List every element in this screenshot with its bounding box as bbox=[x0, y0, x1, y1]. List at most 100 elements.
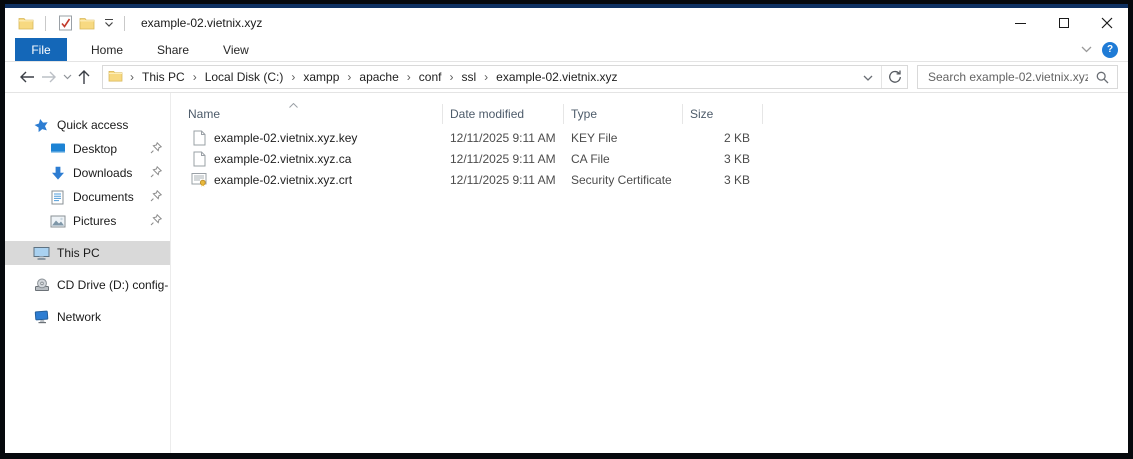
navigation-pane: Quick access Desktop Downloads Documents… bbox=[5, 93, 171, 453]
window-title: example-02.vietnix.xyz bbox=[141, 16, 263, 30]
properties-check-icon[interactable] bbox=[56, 14, 74, 32]
search-icon bbox=[1096, 71, 1109, 83]
sidebar-item-label: Network bbox=[57, 310, 102, 324]
breadcrumb-separator: › bbox=[347, 70, 352, 84]
chevron-down-icon bbox=[63, 74, 72, 80]
file-size: 2 KB bbox=[723, 130, 750, 145]
column-header-name[interactable]: Name bbox=[171, 104, 443, 124]
minimize-button[interactable] bbox=[999, 8, 1042, 38]
sidebar-item-desktop[interactable]: Desktop bbox=[5, 137, 170, 161]
tab-home[interactable]: Home bbox=[81, 38, 133, 61]
tab-file[interactable]: File bbox=[15, 38, 67, 61]
address-toolbar: › This PC › Local Disk (C:) › xampp › ap… bbox=[5, 62, 1128, 93]
explorer-folder-icon bbox=[17, 14, 35, 32]
breadcrumb-conf[interactable]: conf bbox=[416, 68, 445, 86]
back-arrow-icon bbox=[20, 71, 34, 83]
pin-icon[interactable] bbox=[150, 141, 163, 157]
sidebar-item-pictures[interactable]: Pictures bbox=[5, 209, 170, 233]
chevron-down-icon bbox=[863, 75, 873, 81]
desktop-icon bbox=[49, 142, 66, 156]
sort-ascending-icon bbox=[289, 97, 298, 111]
maximize-button[interactable] bbox=[1042, 8, 1085, 38]
certificate-icon bbox=[191, 172, 207, 187]
file-row-crt[interactable]: example-02.vietnix.xyz.crt 12/11/2025 9:… bbox=[171, 169, 1128, 190]
minimize-icon bbox=[1015, 22, 1026, 24]
close-button[interactable] bbox=[1085, 8, 1128, 38]
tab-share[interactable]: Share bbox=[147, 38, 199, 61]
desktop-frame: example-02.vietnix.xyz File Home Share V… bbox=[0, 0, 1133, 459]
window-controls bbox=[999, 8, 1128, 38]
breadcrumb-separator: › bbox=[406, 70, 411, 84]
file-list: Name Date modified Type Size example-02.… bbox=[171, 93, 1128, 453]
sidebar-item-quick-access[interactable]: Quick access bbox=[5, 113, 170, 137]
column-header-date-modified[interactable]: Date modified bbox=[443, 104, 564, 124]
downloads-icon bbox=[49, 166, 66, 181]
documents-icon bbox=[49, 190, 66, 205]
titlebar-separator bbox=[45, 15, 46, 31]
breadcrumb-xampp[interactable]: xampp bbox=[300, 68, 342, 86]
help-icon: ? bbox=[1106, 44, 1114, 55]
sidebar-item-label: This PC bbox=[57, 246, 100, 260]
pin-icon[interactable] bbox=[150, 189, 163, 205]
recent-locations-dropdown[interactable] bbox=[63, 74, 72, 80]
file-row-key[interactable]: example-02.vietnix.xyz.key 12/11/2025 9:… bbox=[171, 127, 1128, 148]
quick-access-toolbar bbox=[5, 14, 133, 32]
quick-access-star-icon bbox=[33, 118, 50, 133]
forward-arrow-icon bbox=[42, 71, 56, 83]
sidebar-item-documents[interactable]: Documents bbox=[5, 185, 170, 209]
sidebar-item-downloads[interactable]: Downloads bbox=[5, 161, 170, 185]
sidebar-item-label: Desktop bbox=[73, 142, 118, 156]
file-size: 3 KB bbox=[723, 172, 750, 187]
sidebar-item-network[interactable]: Network bbox=[5, 305, 170, 329]
file-row-ca[interactable]: example-02.vietnix.xyz.ca 12/11/2025 9:1… bbox=[171, 148, 1128, 169]
breadcrumb-current-folder[interactable]: example-02.vietnix.xyz bbox=[493, 68, 620, 86]
close-icon bbox=[1101, 17, 1112, 29]
tab-view[interactable]: View bbox=[213, 38, 259, 61]
back-button[interactable] bbox=[19, 71, 35, 83]
forward-button[interactable] bbox=[41, 71, 57, 83]
help-button[interactable]: ? bbox=[1102, 41, 1118, 58]
up-button[interactable] bbox=[78, 69, 90, 85]
sidebar-item-this-pc[interactable]: This PC bbox=[5, 241, 170, 265]
pin-icon[interactable] bbox=[150, 165, 163, 181]
column-headers: Name Date modified Type Size bbox=[171, 101, 1128, 127]
breadcrumb-separator: › bbox=[484, 70, 489, 84]
search-button[interactable] bbox=[1088, 71, 1117, 84]
refresh-icon bbox=[888, 70, 901, 83]
address-bar[interactable]: › This PC › Local Disk (C:) › xampp › ap… bbox=[102, 65, 908, 89]
expand-ribbon-chevron-icon[interactable] bbox=[1081, 46, 1092, 53]
file-name: example-02.vietnix.xyz.key bbox=[214, 130, 358, 145]
breadcrumb-separator: › bbox=[192, 70, 197, 84]
breadcrumb-separator: › bbox=[291, 70, 296, 84]
search-input[interactable] bbox=[918, 70, 1088, 84]
column-header-size[interactable]: Size bbox=[683, 104, 763, 124]
column-header-type[interactable]: Type bbox=[564, 104, 683, 124]
sidebar-item-label: Quick access bbox=[57, 118, 129, 132]
this-pc-icon bbox=[33, 246, 50, 261]
cd-drive-icon bbox=[33, 278, 50, 292]
address-dropdown-button[interactable] bbox=[855, 70, 881, 84]
sidebar-item-label: Pictures bbox=[73, 214, 117, 228]
refresh-button[interactable] bbox=[881, 66, 907, 88]
pictures-icon bbox=[49, 215, 66, 228]
new-folder-icon[interactable] bbox=[78, 14, 96, 32]
file-date-modified: 12/11/2025 9:11 AM bbox=[450, 130, 556, 145]
maximize-icon bbox=[1058, 18, 1069, 28]
sidebar-item-label: CD Drive (D:) config- bbox=[57, 278, 169, 292]
file-size: 3 KB bbox=[723, 151, 750, 166]
breadcrumb-ssl[interactable]: ssl bbox=[458, 68, 479, 86]
sidebar-item-label: Downloads bbox=[73, 166, 133, 180]
file-date-modified: 12/11/2025 9:11 AM bbox=[450, 151, 556, 166]
up-arrow-icon bbox=[78, 69, 90, 84]
sidebar-item-cd-drive[interactable]: CD Drive (D:) config- bbox=[5, 273, 170, 297]
address-folder-icon[interactable] bbox=[108, 69, 123, 85]
ribbon-tab-bar: File Home Share View ? bbox=[5, 38, 1128, 62]
pin-icon[interactable] bbox=[150, 213, 163, 229]
breadcrumb-separator: › bbox=[130, 70, 134, 84]
customize-toolbar-dropdown-icon[interactable] bbox=[102, 19, 116, 27]
breadcrumb-apache[interactable]: apache bbox=[356, 68, 401, 86]
file-explorer-window: example-02.vietnix.xyz File Home Share V… bbox=[5, 4, 1128, 453]
search-box bbox=[917, 65, 1118, 89]
breadcrumb-local-disk-c[interactable]: Local Disk (C:) bbox=[202, 68, 287, 86]
breadcrumb-this-pc[interactable]: This PC bbox=[139, 68, 188, 86]
